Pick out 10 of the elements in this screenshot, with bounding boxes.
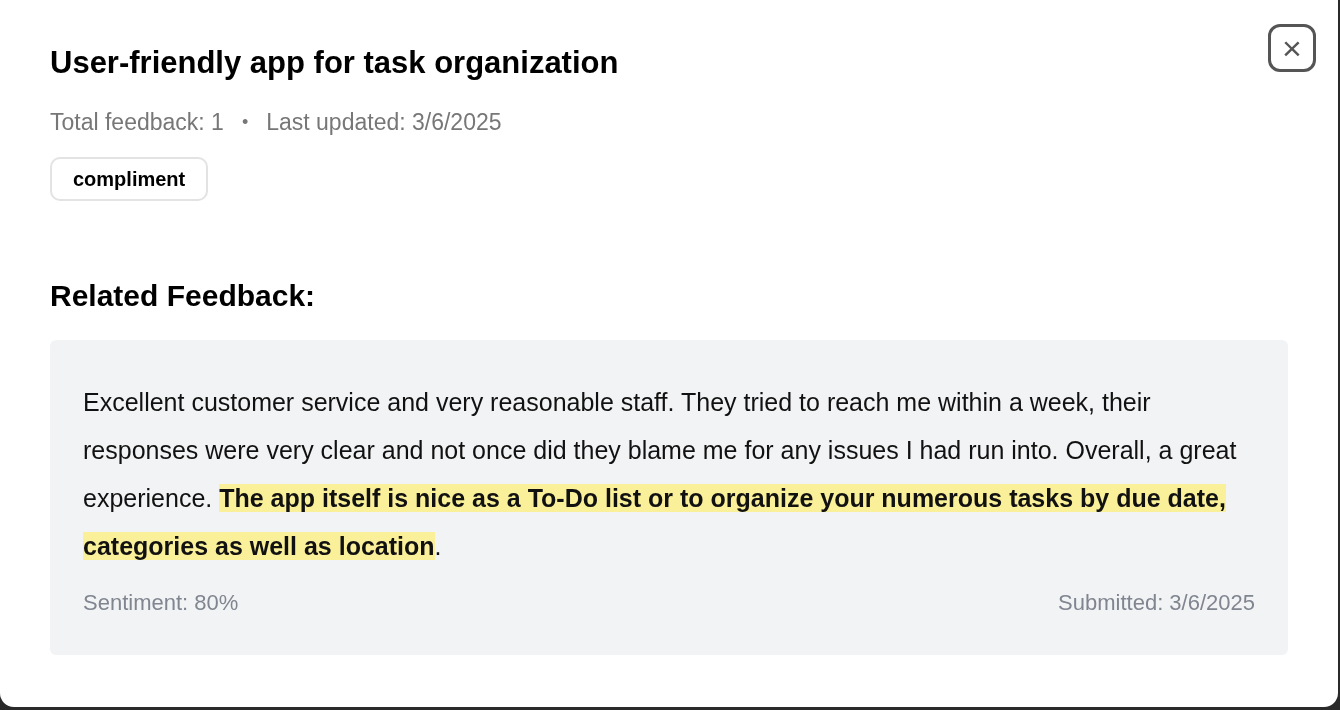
tag-chip: compliment	[50, 157, 209, 202]
feedback-count: Total feedback: 1	[50, 107, 224, 137]
last-updated-date: Last updated: 3/6/2025	[266, 107, 502, 137]
section-heading: Related Feedback:	[50, 278, 317, 315]
sentiment-score: Sentiment: 80%	[83, 589, 239, 618]
feedback-text: Excellent customer service and very reasonable staff. They tried to reach me within a week, their responses were very clear and not once did they blame me for any issues I had run into. Overall, a great experience. The app itself is nice as a To-Do list or to organize your numerous tasks by due date, categories as well as location.	[83, 387, 1238, 563]
separator-dot: •	[241, 110, 249, 134]
close-button[interactable]: ×	[1268, 24, 1316, 72]
dialog-title: User-friendly app for task organization	[50, 44, 620, 82]
submitted-date: Submitted: 3/6/2025	[1058, 589, 1255, 618]
